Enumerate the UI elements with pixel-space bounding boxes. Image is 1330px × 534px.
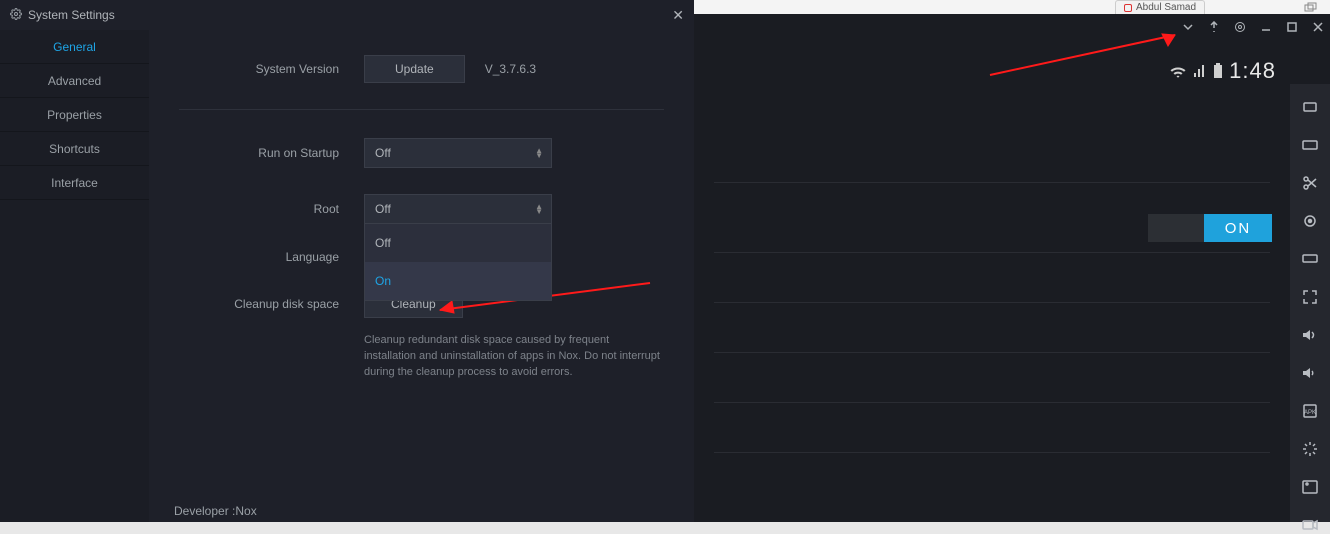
version-text: V_3.7.6.3 [485,62,536,76]
battery-icon [1213,63,1223,79]
location-icon[interactable] [1301,212,1319,230]
list-divider [714,402,1270,403]
pin-icon[interactable] [1208,21,1220,36]
label-cleanup: Cleanup disk space [179,297,364,311]
spinner-icon: ▲▼ [535,204,543,214]
row-root: Root Off ▲▼ [179,194,664,224]
root-option-off[interactable]: Off [365,224,551,262]
gear-icon [10,8,22,23]
settings-titlebar: System Settings ✕ [0,0,694,30]
sidebar-item-shortcuts[interactable]: Shortcuts [0,132,149,166]
loading-icon[interactable] [1301,440,1319,458]
signal-icon [1193,64,1207,78]
update-button[interactable]: Update [364,55,465,83]
list-divider [714,452,1270,453]
close-icon[interactable] [1312,21,1324,36]
settings-sidebar: General Advanced Properties Shortcuts In… [0,30,149,522]
cleanup-help-text: Cleanup redundant disk space caused by f… [364,332,664,380]
select-value: Off [375,202,391,216]
svg-text:APK: APK [1304,410,1316,416]
root-option-on[interactable]: On [365,262,551,300]
sidebar-item-interface[interactable]: Interface [0,166,149,200]
sidebar-item-general[interactable]: General [0,30,149,64]
root-dropdown: Off On [364,223,552,301]
settings-title: System Settings [28,8,672,22]
browser-strip [694,0,1330,14]
list-divider [714,182,1270,183]
apk-icon[interactable]: APK [1301,402,1319,420]
spinner-icon: ▲▼ [535,148,543,158]
emulator-window: 1:48 ON APK [694,14,1330,522]
browser-tab[interactable]: Abdul Samad [1115,0,1205,14]
wifi-icon [1169,64,1187,78]
gear-icon[interactable] [1234,21,1246,36]
select-value: Off [375,146,391,160]
select-root[interactable]: Off ▲▼ [364,194,552,224]
label-language: Language [179,250,364,264]
on-toggle[interactable]: ON [1148,214,1272,242]
volume-down-icon[interactable] [1301,364,1319,382]
emulator-topbar [1182,14,1324,42]
record-icon[interactable] [1301,516,1319,534]
maximize-icon[interactable] [1286,21,1298,36]
label-root: Root [179,202,364,216]
fullscreen-icon[interactable] [1301,288,1319,306]
sidebar-item-properties[interactable]: Properties [0,98,149,132]
label-system-version: System Version [179,62,364,76]
rotate-icon[interactable] [1301,98,1319,116]
scissors-icon[interactable] [1301,174,1319,192]
list-divider [714,352,1270,353]
tab-label: Abdul Samad [1136,2,1196,13]
divider [179,109,664,110]
settings-content: System Version Update V_3.7.6.3 Run on S… [149,30,694,522]
list-divider [714,302,1270,303]
status-clock: 1:48 [1229,58,1276,84]
chevron-down-icon[interactable] [1182,21,1194,36]
close-icon[interactable]: ✕ [672,7,684,24]
settings-window: System Settings ✕ General Advanced Prope… [0,0,694,522]
volume-up-icon[interactable] [1301,326,1319,344]
select-run-on-startup[interactable]: Off ▲▼ [364,138,552,168]
row-system-version: System Version Update V_3.7.6.3 [179,55,664,83]
sidebar-item-advanced[interactable]: Advanced [0,64,149,98]
display-icon[interactable] [1301,250,1319,268]
toggle-on-label: ON [1204,214,1272,242]
minimize-icon[interactable] [1260,21,1272,36]
list-divider [714,252,1270,253]
developer-footer: Developer :Nox [174,504,257,518]
keyboard-icon[interactable] [1301,136,1319,154]
emulator-toolstrip: APK [1290,84,1330,522]
label-run-on-startup: Run on Startup [179,146,364,160]
folder-icon[interactable] [1301,478,1319,496]
row-run-on-startup: Run on Startup Off ▲▼ [179,138,664,168]
browser-restore-icon[interactable] [1296,0,1326,14]
phone-status-bar: 1:48 [1169,58,1276,84]
tab-favicon [1124,4,1132,12]
